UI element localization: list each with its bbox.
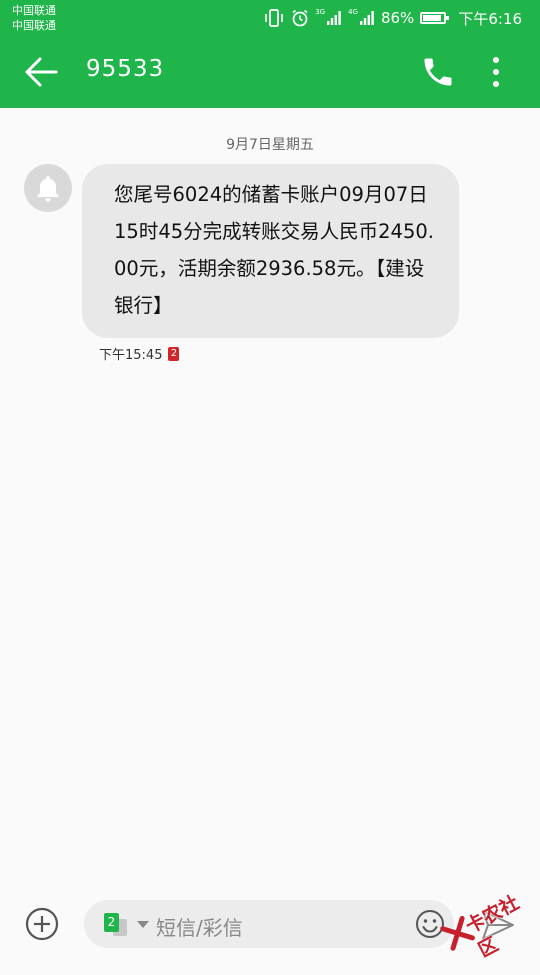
phone-icon xyxy=(424,58,452,86)
bell-icon xyxy=(37,176,59,202)
sim-number: 2 xyxy=(104,913,119,932)
network-type-label: 4G xyxy=(348,8,358,16)
battery-percent: 86% xyxy=(380,9,415,27)
sim-selector[interactable]: 2 xyxy=(104,913,132,937)
sim-badge: 2 xyxy=(168,346,180,361)
add-circle-icon xyxy=(25,907,59,941)
chevron-down-icon[interactable] xyxy=(137,921,149,928)
carrier-1: 中国联通 xyxy=(12,4,56,17)
clock: 下午6:16 xyxy=(458,9,522,28)
message-input[interactable]: 2 短信/彩信 xyxy=(84,900,454,948)
sender-avatar[interactable] xyxy=(24,164,72,212)
status-bar: 中国联通 中国联通 3G 4G 86% 下午6:16 xyxy=(0,0,540,36)
contact-title: 95533 xyxy=(86,56,165,82)
back-arrow-icon xyxy=(25,57,58,87)
app-bar: 95533 xyxy=(0,36,540,108)
input-placeholder: 短信/彩信 xyxy=(156,916,243,940)
signal-icon: 4G xyxy=(348,8,375,26)
back-button[interactable] xyxy=(22,54,62,90)
call-button[interactable] xyxy=(420,54,456,90)
network-type-label: 3G xyxy=(315,8,326,16)
battery-icon xyxy=(420,12,450,24)
message-time: 下午15:45 xyxy=(99,348,163,363)
more-options-button[interactable] xyxy=(482,54,510,90)
date-separator: 9月7日星期五 xyxy=(226,137,314,153)
signal-icon: 3G xyxy=(315,8,342,26)
add-attachment-button[interactable] xyxy=(24,906,60,942)
carrier-info: 中国联通 中国联通 xyxy=(12,3,56,33)
message-text: 您尾号6024的储蓄卡账户09月07日15时45分完成转账交易人民币2450.0… xyxy=(114,183,434,317)
message-bubble[interactable]: 您尾号6024的储蓄卡账户09月07日15时45分完成转账交易人民币2450.0… xyxy=(82,164,459,338)
carrier-2: 中国联通 xyxy=(12,19,56,32)
vibrate-icon xyxy=(263,9,285,27)
alarm-icon xyxy=(291,9,309,27)
more-vertical-icon xyxy=(493,57,499,87)
message-meta: 下午15:45 2 xyxy=(99,344,180,363)
status-icons: 3G 4G 86% 下午6:16 xyxy=(263,7,522,29)
